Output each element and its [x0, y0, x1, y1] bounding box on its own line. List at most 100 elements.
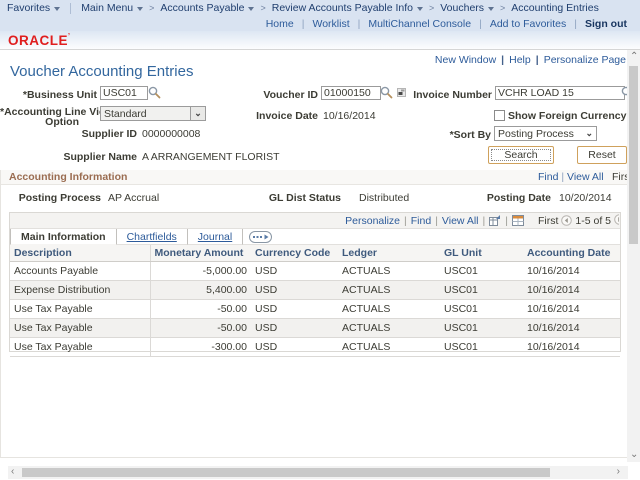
- voucher-id-lookup-icon[interactable]: [380, 86, 393, 99]
- main-menu-label: Main Menu: [81, 2, 133, 14]
- application-window: Favorites Main Menu > Accounts Payable >…: [0, 0, 640, 480]
- posting-date-label: Posting Date: [466, 192, 551, 204]
- show-foreign-currency-label: Show Foreign Currency: [508, 110, 626, 122]
- utility-separator: |: [302, 18, 305, 30]
- invoice-date-value: 10/16/2014: [323, 110, 376, 122]
- breadcrumb-item-review-ap-info[interactable]: Review Accounts Payable Info: [272, 2, 423, 14]
- column-header-monetary-amount: Monetary Amount: [150, 245, 251, 262]
- grid-tabs: Main Information Chartfields Journal: [10, 229, 620, 245]
- sign-out-link[interactable]: Sign out: [585, 18, 627, 30]
- cell-gl-unit: USC01: [440, 338, 523, 357]
- grid-toolbar: Personalize | Find | View All | | First: [10, 213, 620, 229]
- business-unit-input[interactable]: [100, 86, 148, 100]
- view-all-link[interactable]: View All: [567, 171, 604, 183]
- breadcrumb-item-accounts-payable[interactable]: Accounts Payable: [160, 2, 254, 14]
- breadcrumb-item-vouchers[interactable]: Vouchers: [440, 2, 494, 14]
- help-link[interactable]: Help: [509, 54, 531, 66]
- personalize-link[interactable]: Personalize: [345, 215, 400, 227]
- accounting-entries-table: Description Monetary Amount Currency Cod…: [10, 245, 620, 357]
- tab-main-information[interactable]: Main Information: [10, 229, 117, 245]
- accounting-line-view-select[interactable]: Standard ⌄: [100, 106, 206, 121]
- utility-separator: |: [574, 18, 577, 30]
- tab-chartfields[interactable]: Chartfields: [117, 229, 188, 245]
- voucher-id-input[interactable]: [321, 86, 381, 100]
- worklist-link[interactable]: Worklist: [312, 18, 349, 30]
- scroll-up-icon[interactable]: ⌃: [630, 52, 638, 62]
- tab-journal[interactable]: Journal: [188, 229, 243, 245]
- personalize-page-link[interactable]: Personalize Page: [544, 54, 626, 66]
- next-page-icon[interactable]: [614, 214, 619, 228]
- cell-gl-unit: USC01: [440, 300, 523, 319]
- cell-description: Expense Distribution: [10, 281, 150, 300]
- main-menu[interactable]: Main Menu: [81, 2, 143, 14]
- cell-accounting-date: 10/16/2014: [523, 281, 620, 300]
- utility-separator: |: [479, 18, 482, 30]
- cell-monetary-amount: -300.00: [150, 338, 251, 357]
- show-foreign-currency-checkbox[interactable]: [494, 110, 505, 121]
- zoom-grid-icon[interactable]: [489, 215, 501, 226]
- accounting-information-header: Accounting Information Find | View All F…: [1, 170, 627, 185]
- page-action-links: New Window | Help | Personalize Page: [435, 54, 626, 66]
- cell-monetary-amount: -50.00: [150, 319, 251, 338]
- cell-accounting-date: 10/16/2014: [523, 319, 620, 338]
- toolbar-separator: |: [435, 215, 438, 227]
- horizontal-scrollbar-thumb[interactable]: [22, 468, 550, 477]
- posting-process-label: Posting Process: [1, 192, 101, 204]
- cell-ledger: ACTUALS: [338, 338, 440, 357]
- cell-gl-unit: USC01: [440, 262, 523, 281]
- sort-by-select[interactable]: Posting Process ⌄: [494, 126, 597, 141]
- supplier-id-value: 0000000008: [142, 128, 200, 140]
- new-window-link[interactable]: New Window: [435, 54, 496, 66]
- caret-down-icon: [137, 7, 143, 11]
- horizontal-scrollbar[interactable]: ‹ ›: [8, 466, 628, 479]
- cell-accounting-date: 10/16/2014: [523, 300, 620, 319]
- home-link[interactable]: Home: [266, 18, 294, 30]
- accounting-line-view-label-line2: Option: [45, 116, 97, 128]
- cell-description: Use Tax Payable: [10, 338, 150, 357]
- cell-description: Use Tax Payable: [10, 319, 150, 338]
- scroll-left-icon[interactable]: ‹: [11, 467, 14, 477]
- cell-gl-unit: USC01: [440, 319, 523, 338]
- search-button[interactable]: Search: [488, 146, 554, 164]
- download-grid-icon[interactable]: [512, 215, 524, 226]
- vertical-scrollbar-thumb[interactable]: [629, 66, 638, 244]
- breadcrumb: Favorites Main Menu > Accounts Payable >…: [0, 0, 640, 16]
- table-row: Use Tax Payable -300.00 USD ACTUALS USC0…: [10, 338, 620, 357]
- show-all-columns-icon[interactable]: [249, 231, 272, 243]
- business-unit-lookup-icon[interactable]: [148, 86, 161, 99]
- breadcrumb-item-accounting-entries: Accounting Entries: [511, 2, 599, 14]
- cell-ledger: ACTUALS: [338, 262, 440, 281]
- breadcrumb-chevron: >: [260, 3, 265, 13]
- page-links-separator: |: [536, 54, 539, 66]
- add-to-favorites-link[interactable]: Add to Favorites: [490, 18, 566, 30]
- grid-find-link[interactable]: Find: [411, 215, 431, 227]
- find-link[interactable]: Find: [538, 171, 558, 183]
- accounting-information-groupbox: Accounting Information Find | View All F…: [0, 170, 628, 458]
- reset-button[interactable]: Reset: [577, 146, 627, 164]
- select-chevron-icon: ⌄: [582, 128, 596, 139]
- previous-page-icon[interactable]: [561, 215, 572, 226]
- cell-description: Accounts Payable: [10, 262, 150, 281]
- groupbox-nav-links: Find | View All: [538, 171, 604, 183]
- supplier-name-value: A ARRANGEMENT FLORIST: [142, 151, 280, 163]
- favorites-label: Favorites: [7, 2, 50, 14]
- vertical-scrollbar[interactable]: ⌃ ⌄: [627, 50, 640, 462]
- cell-monetary-amount: -5,000.00: [150, 262, 251, 281]
- column-header-gl-unit: GL Unit: [440, 245, 523, 262]
- tab-label: Main Information: [21, 231, 106, 243]
- table-row: Expense Distribution 5,400.00 USD ACTUAL…: [10, 281, 620, 300]
- cell-ledger: ACTUALS: [338, 319, 440, 338]
- invoice-number-input[interactable]: [495, 86, 625, 100]
- breadcrumb-divider: [70, 3, 71, 14]
- multichannel-console-link[interactable]: MultiChannel Console: [368, 18, 471, 30]
- column-header-currency-code: Currency Code: [251, 245, 338, 262]
- business-unit-label: *Business Unit: [0, 89, 97, 101]
- cell-currency-code: USD: [251, 338, 338, 357]
- grid-view-all-link[interactable]: View All: [442, 215, 479, 227]
- cell-currency-code: USD: [251, 300, 338, 319]
- scroll-down-icon[interactable]: ⌄: [630, 450, 638, 460]
- scroll-right-icon[interactable]: ›: [617, 467, 620, 477]
- caret-down-icon: [417, 7, 423, 11]
- page-title: Voucher Accounting Entries: [10, 63, 193, 80]
- favorites-menu[interactable]: Favorites: [7, 2, 60, 14]
